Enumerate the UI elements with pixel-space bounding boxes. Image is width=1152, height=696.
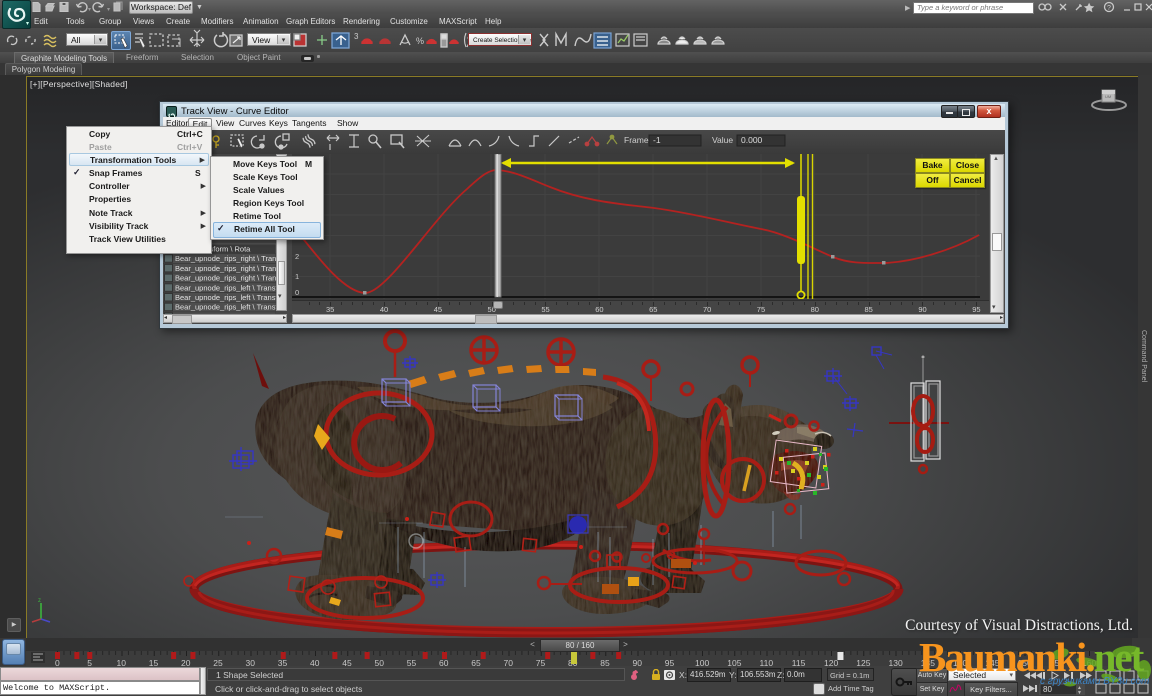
svg-text:Bear_upnode_rips_right \ Trans: Bear_upnode_rips_right \ Transfor xyxy=(175,264,276,273)
svg-text:Value: Value xyxy=(712,135,733,145)
svg-text:UM: UM xyxy=(1105,94,1111,99)
svg-text:1: 1 xyxy=(295,272,299,281)
svg-text:-1: -1 xyxy=(653,135,661,145)
svg-text:Bear_upnode_rips_left \ Transf: Bear_upnode_rips_left \ Transform xyxy=(175,303,276,312)
svg-text:z: z xyxy=(38,598,41,604)
svg-text:▾: ▾ xyxy=(107,7,110,13)
svg-text:Bear_upnode_rips_left \ Transf: Bear_upnode_rips_left \ Transform xyxy=(175,283,276,292)
svg-text:Bear_upnode_rips_right \ Trans: Bear_upnode_rips_right \ Transfor xyxy=(175,274,276,283)
svg-text:0: 0 xyxy=(295,288,299,297)
svg-text:2: 2 xyxy=(295,252,299,261)
svg-text:Bear_upnode_rips_left \ Transf: Bear_upnode_rips_left \ Transform xyxy=(175,293,276,302)
svg-text:%: % xyxy=(416,36,424,46)
svg-text:Frame: Frame xyxy=(624,135,649,145)
svg-text:3: 3 xyxy=(354,32,359,41)
svg-text:0.000: 0.000 xyxy=(741,135,763,145)
svg-text:Bear_upnode_rips_right \ Trans: Bear_upnode_rips_right \ Transfor xyxy=(175,254,276,263)
svg-text:?: ? xyxy=(1107,5,1111,12)
svg-text:▾: ▾ xyxy=(88,7,91,13)
